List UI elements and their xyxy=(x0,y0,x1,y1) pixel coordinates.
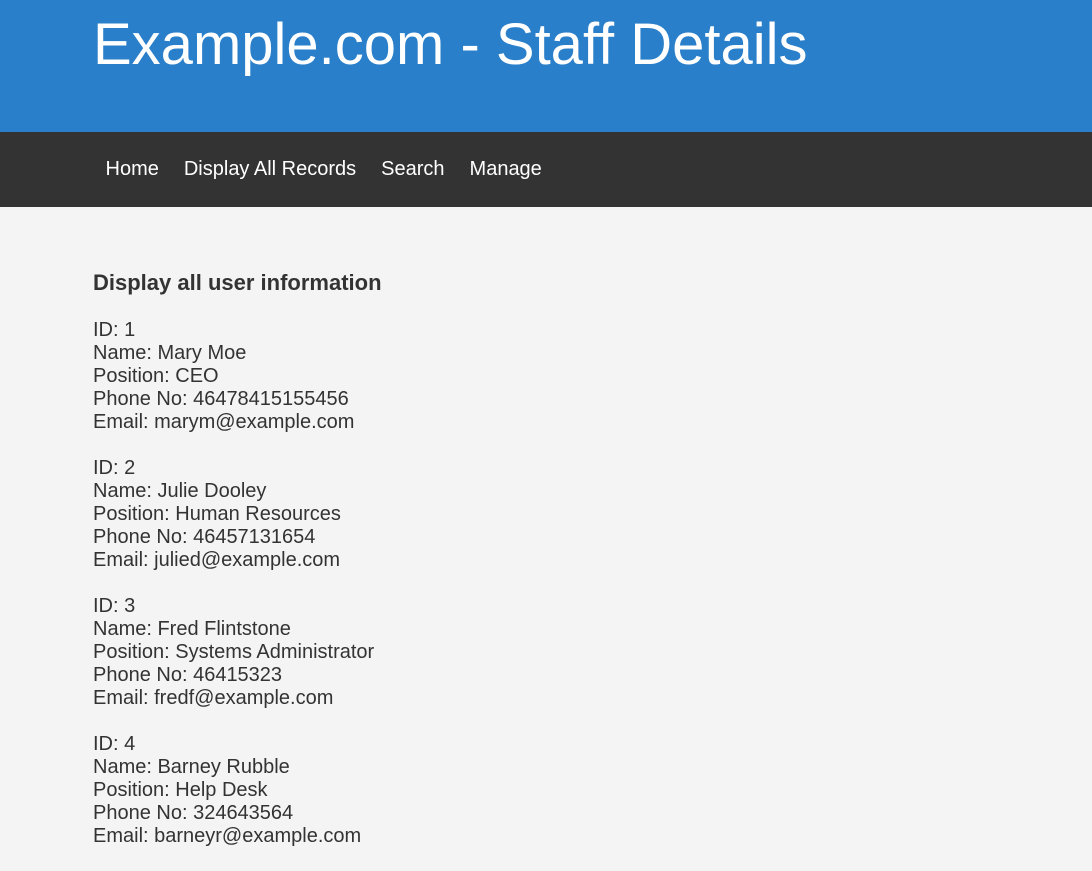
nav-list-item-manage: Manage xyxy=(457,132,554,207)
record-id: ID: 2 xyxy=(93,457,136,479)
record-id: ID: 1 xyxy=(93,319,136,341)
record-id: ID: 3 xyxy=(93,595,136,617)
record-email: Email: marym@example.com xyxy=(93,411,355,433)
record-position: Position: Help Desk xyxy=(93,779,268,801)
nav-link-display-all-records[interactable]: Display All Records xyxy=(171,132,368,207)
record-name: Name: Barney Rubble xyxy=(93,756,290,778)
record-position: Position: Systems Administrator xyxy=(93,641,375,663)
nav-list-item-home: Home xyxy=(93,132,171,207)
record-name: Name: Mary Moe xyxy=(93,342,247,364)
staff-record: ID: 2 Name: Julie Dooley Position: Human… xyxy=(93,457,374,572)
nav-link-manage[interactable]: Manage xyxy=(457,132,554,207)
nav-link-home[interactable]: Home xyxy=(93,132,171,207)
record-position: Position: Human Resources xyxy=(93,503,341,525)
nav-list: Home Display All Records Search Manage xyxy=(93,132,554,207)
staff-record: ID: 4 Name: Barney Rubble Position: Help… xyxy=(93,733,374,848)
nav-list-item-search: Search xyxy=(369,132,457,207)
record-phone: Phone No: 46415323 xyxy=(93,664,283,686)
record-phone: Phone No: 46478415155456 xyxy=(93,388,349,410)
record-id: ID: 4 xyxy=(93,733,136,755)
record-name: Name: Julie Dooley xyxy=(93,480,267,502)
record-phone: Phone No: 324643564 xyxy=(93,802,294,824)
record-phone: Phone No: 46457131654 xyxy=(93,526,316,548)
record-email: Email: julied@example.com xyxy=(93,549,341,571)
nav-link-search[interactable]: Search xyxy=(369,132,457,207)
record-email: Email: barneyr@example.com xyxy=(93,825,362,847)
page-heading: Display all user information xyxy=(93,270,382,295)
main-navbar: Home Display All Records Search Manage xyxy=(0,132,1092,207)
site-title: Example.com - Staff Details xyxy=(93,12,808,77)
staff-record: ID: 3 Name: Fred Flintstone Position: Sy… xyxy=(93,595,374,710)
record-name: Name: Fred Flintstone xyxy=(93,618,291,640)
site-header: Example.com - Staff Details xyxy=(0,0,1092,132)
record-email: Email: fredf@example.com xyxy=(93,687,334,709)
nav-list-item-display-all-records: Display All Records xyxy=(171,132,368,207)
record-position: Position: CEO xyxy=(93,365,219,387)
records-list: ID: 1 Name: Mary Moe Position: CEO Phone… xyxy=(93,319,374,871)
staff-record: ID: 1 Name: Mary Moe Position: CEO Phone… xyxy=(93,319,374,434)
